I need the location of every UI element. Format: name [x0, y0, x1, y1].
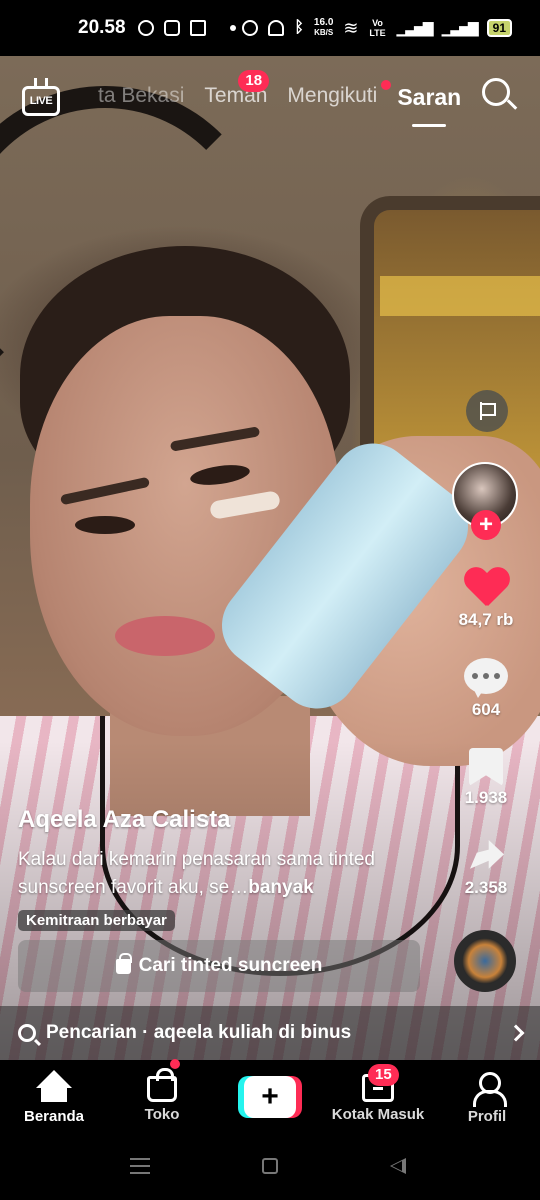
nav-home[interactable]: Beranda	[22, 1060, 86, 1125]
eye	[75, 516, 135, 534]
music-disc-icon[interactable]	[454, 930, 516, 992]
nav-shop[interactable]: Toko	[132, 1059, 192, 1123]
system-nav-bar	[0, 1132, 540, 1200]
bluetooth-icon: ᛒ	[294, 19, 304, 36]
paid-partnership-tag: Kemitraan berbayar	[18, 910, 175, 931]
notification-icons	[137, 20, 236, 36]
whatsapp-icon	[137, 20, 154, 36]
dot-icon	[229, 25, 236, 31]
comment-button[interactable]: 604	[432, 658, 540, 720]
nav-profile-label: Profil	[467, 1108, 507, 1125]
nav-shop-label: Toko	[144, 1106, 180, 1123]
nav-profile[interactable]: Profil	[460, 1060, 514, 1125]
search-product-button[interactable]: Cari tinted suncreen	[18, 940, 420, 992]
signal-icon: ▁▃▅▇	[396, 19, 433, 36]
signal-icon: ▁▃▅▇	[441, 19, 479, 36]
system-icons: ᛒ 16.0 KB/S ≋ Vo LTE ▁▃▅▇ ▁▃▅▇ 91	[242, 18, 512, 39]
nav-inbox[interactable]: 15 Kotak Masuk	[328, 1060, 428, 1123]
instagram-icon	[163, 20, 180, 36]
eye	[189, 461, 251, 489]
eyebrow	[59, 476, 151, 506]
wifi-icon: ≋	[343, 17, 359, 38]
alarm-icon	[242, 20, 259, 36]
plus-icon: +	[244, 1076, 296, 1118]
share-count: 2.358	[464, 878, 508, 897]
bookmark-button[interactable]: 1.938	[432, 748, 540, 808]
inbox-badge: 15	[368, 1064, 399, 1086]
search-icon[interactable]	[482, 78, 518, 116]
description-text: Kalau dari kemarin penasaran sama tinted…	[18, 849, 375, 898]
tab-following[interactable]: Mengikuti	[287, 80, 392, 111]
status-bar: 20.58 ᛒ 16.0 KB/S ≋ Vo LTE ▁▃▅▇ ▁▃▅▇ 91	[0, 0, 540, 56]
search-lens	[482, 78, 510, 106]
network-speed: 16.0 KB/S	[314, 18, 333, 38]
status-time: 20.58	[78, 17, 126, 38]
top-nav: LIVE ta Bekasi Teman 18 Mengikuti Saran	[0, 56, 540, 140]
following-dot	[381, 80, 392, 90]
like-button[interactable]: 84,7 rb	[432, 568, 540, 630]
shop-dot	[170, 1059, 180, 1069]
related-search-bar[interactable]: Pencarian · aqeela kuliah di binus	[0, 1006, 540, 1060]
battery-icon: 91	[486, 19, 512, 37]
shop-icon	[147, 1059, 180, 1102]
network-speed-value: 16.0	[313, 17, 334, 28]
network-speed-unit: KB/S	[314, 28, 334, 37]
nav-inbox-label: Kotak Masuk	[331, 1106, 425, 1123]
tab-location[interactable]: ta Bekasi	[98, 84, 184, 111]
create-button[interactable]: +	[238, 1076, 302, 1118]
like-count: 84,7 rb	[458, 610, 514, 629]
live-tv-icon: LIVE	[22, 86, 60, 116]
share-icon	[464, 836, 508, 876]
related-search-text: Pencarian · aqeela kuliah di binus	[46, 1022, 352, 1043]
bottom-nav: Beranda Toko + 15 Kotak Masuk Profil	[0, 1059, 540, 1132]
follow-button[interactable]: +	[471, 510, 501, 540]
shop-bag-icon	[189, 20, 206, 36]
comment-icon	[464, 658, 508, 698]
live-button[interactable]: LIVE	[22, 78, 60, 116]
back-icon[interactable]	[390, 1158, 406, 1174]
bookmark-icon	[469, 748, 503, 786]
video-description[interactable]: Kalau dari kemarin penasaran sama tinted…	[18, 846, 438, 902]
home-icon	[36, 1070, 72, 1104]
nav-home-label: Beranda	[23, 1108, 85, 1125]
video-caption: Aqeela Aza Calista Kalau dari kemarin pe…	[18, 806, 438, 931]
profile-icon	[472, 1072, 507, 1107]
home-square-icon[interactable]	[262, 1158, 278, 1174]
tab-friends[interactable]: Teman 18	[204, 70, 270, 111]
search-handle	[506, 99, 518, 110]
volte-icon: Vo LTE	[369, 18, 386, 38]
mute-icon	[268, 20, 285, 36]
background-light	[380, 276, 540, 316]
shopping-bag-icon	[115, 952, 132, 974]
author-name[interactable]: Aqeela Aza Calista	[18, 806, 438, 834]
search-icon	[18, 1024, 36, 1042]
tab-for-you[interactable]: Saran	[397, 84, 461, 127]
bookmark-count: 1.938	[464, 788, 508, 807]
friends-badge: 18	[238, 70, 270, 92]
see-more-link[interactable]: banyak	[248, 877, 313, 898]
feed-tabs: ta Bekasi Teman 18 Mengikuti Saran	[70, 70, 461, 127]
chevron-right-icon	[507, 1024, 525, 1042]
lips	[115, 616, 215, 656]
heart-icon	[464, 568, 508, 608]
comment-count: 604	[471, 700, 501, 719]
eyebrow	[169, 426, 261, 452]
search-product-label: Cari tinted suncreen	[138, 955, 323, 976]
report-button[interactable]	[466, 390, 508, 432]
share-button[interactable]: 2.358	[432, 836, 540, 898]
flag-icon	[480, 402, 496, 420]
recent-apps-icon[interactable]	[130, 1158, 150, 1174]
tab-following-label: Mengikuti	[287, 84, 378, 107]
